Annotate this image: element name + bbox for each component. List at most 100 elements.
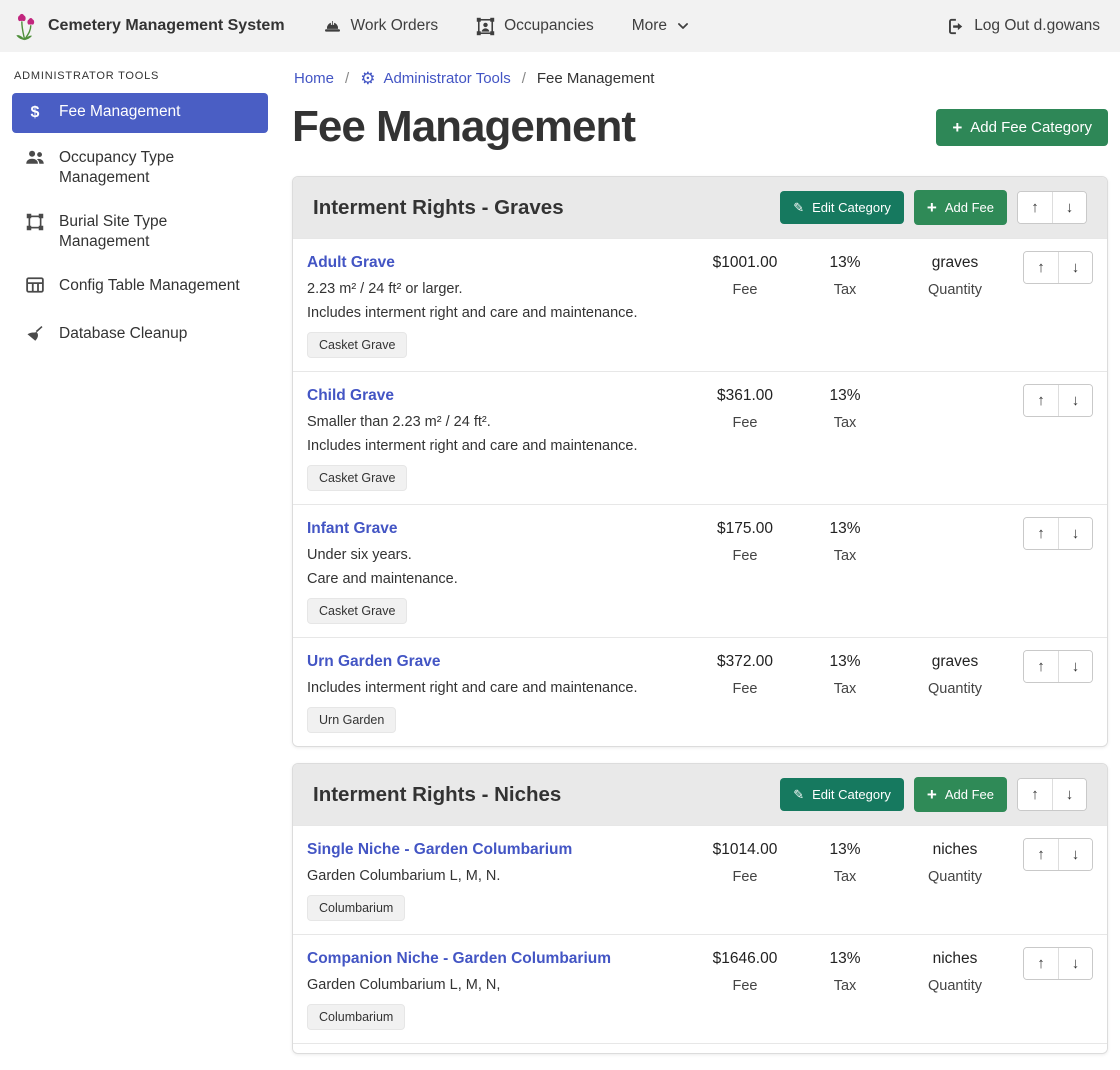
- fee-move-down-button[interactable]: ↓: [1058, 385, 1092, 416]
- fee-move-down-button[interactable]: ↓: [1058, 948, 1092, 979]
- category-move-down-button[interactable]: ↓: [1052, 192, 1086, 223]
- fee-amount-cell: $1001.00 Fee: [695, 251, 795, 358]
- fee-amount: $361.00: [695, 387, 795, 405]
- edit-category-button[interactable]: ✎ Edit Category: [780, 778, 904, 811]
- tax-cell: 13% Tax: [795, 517, 895, 624]
- gear-icon: ⚙: [360, 70, 375, 87]
- fee-amount: $175.00: [695, 520, 795, 538]
- quantity-label: Quantity: [895, 978, 1015, 994]
- tax-value: 13%: [795, 950, 895, 968]
- broom-icon: [24, 324, 46, 349]
- fee-move-up-button[interactable]: ↑: [1024, 839, 1058, 870]
- add-fee-category-button[interactable]: + Add Fee Category: [936, 109, 1108, 146]
- fee-move-down-button[interactable]: ↓: [1058, 839, 1092, 870]
- fee-move-up-button[interactable]: ↑: [1024, 651, 1058, 682]
- fee-move-up-button[interactable]: ↑: [1024, 518, 1058, 549]
- sidebar-item-fee-management[interactable]: $ Fee Management: [12, 93, 268, 133]
- breadcrumb-separator: /: [345, 70, 349, 87]
- tax-label: Tax: [795, 681, 895, 697]
- fee-name-link[interactable]: Adult Grave: [307, 254, 395, 272]
- fee-description: Includes interment right and care and ma…: [307, 305, 687, 321]
- fee-reorder-group: ↑ ↓: [1023, 650, 1093, 683]
- edit-category-button[interactable]: ✎ Edit Category: [780, 191, 904, 224]
- fee-row-single-niche: Single Niche - Garden Columbarium Garden…: [293, 825, 1107, 934]
- tax-label: Tax: [795, 869, 895, 885]
- fee-description: Care and maintenance.: [307, 571, 687, 587]
- quantity-cell: graves Quantity: [895, 251, 1015, 358]
- logout-label: Log Out d.gowans: [974, 17, 1100, 35]
- fee-reorder-group: ↑ ↓: [1023, 947, 1093, 980]
- fee-reorder-group: ↑ ↓: [1023, 251, 1093, 284]
- fee-type-badge: Casket Grave: [307, 332, 407, 358]
- logout-link[interactable]: Log Out d.gowans: [946, 17, 1100, 36]
- nav-occupancies[interactable]: Occupancies: [476, 17, 594, 36]
- brand-title: Cemetery Management System: [48, 17, 285, 35]
- hard-hat-icon: [323, 17, 342, 36]
- breadcrumb-admin-tools-link[interactable]: ⚙ Administrator Tools: [360, 70, 511, 87]
- sidebar-item-label: Fee Management: [59, 102, 181, 122]
- sidebar-item-config-table-management[interactable]: Config Table Management: [12, 267, 268, 308]
- category-title: Interment Rights - Graves: [313, 196, 564, 220]
- nav-more[interactable]: More: [632, 17, 690, 35]
- fee-label: Fee: [695, 978, 795, 994]
- fee-description: Garden Columbarium L, M, N.: [307, 868, 687, 884]
- add-fee-label: Add Fee: [945, 787, 994, 802]
- nav-work-orders-label: Work Orders: [351, 17, 439, 35]
- sidebar-item-occupancy-type-management[interactable]: Occupancy Type Management: [12, 139, 268, 197]
- quantity-cell: niches Quantity: [895, 838, 1015, 921]
- fee-name-link[interactable]: Urn Garden Grave: [307, 653, 441, 671]
- fee-amount-cell: $175.00 Fee: [695, 517, 795, 624]
- fee-name-link[interactable]: Child Grave: [307, 387, 394, 405]
- add-fee-button[interactable]: + Add Fee: [914, 777, 1007, 812]
- quantity-cell: niches Quantity: [895, 947, 1015, 1030]
- nav-work-orders[interactable]: Work Orders: [323, 17, 439, 36]
- fee-name-link[interactable]: Companion Niche - Garden Columbarium: [307, 950, 611, 968]
- fee-row-clipped: [293, 1043, 1107, 1053]
- category-move-up-button[interactable]: ↑: [1018, 779, 1052, 810]
- edit-category-label: Edit Category: [812, 200, 891, 215]
- fee-amount: $1014.00: [695, 841, 795, 859]
- page-title: Fee Management: [292, 103, 635, 151]
- fee-description: Includes interment right and care and ma…: [307, 680, 687, 696]
- tax-label: Tax: [795, 282, 895, 298]
- admin-tools-sidebar: ADMINISTRATOR TOOLS $ Fee Management Occ…: [0, 52, 280, 364]
- fee-reorder-group: ↑ ↓: [1023, 517, 1093, 550]
- fee-move-down-button[interactable]: ↓: [1058, 252, 1092, 283]
- category-move-up-button[interactable]: ↑: [1018, 192, 1052, 223]
- add-fee-category-label: Add Fee Category: [970, 119, 1092, 136]
- breadcrumb-home-link[interactable]: Home: [294, 70, 334, 87]
- tax-cell: 13% Tax: [795, 251, 895, 358]
- tax-value: 13%: [795, 387, 895, 405]
- top-navbar: Cemetery Management System Work Orders O…: [0, 0, 1120, 52]
- fee-type-badge: Urn Garden: [307, 707, 396, 733]
- fee-row-urn-garden-grave: Urn Garden Grave Includes interment righ…: [293, 637, 1107, 746]
- quantity-value: niches: [895, 841, 1015, 859]
- fee-type-badge: Columbarium: [307, 1004, 405, 1030]
- fee-move-down-button[interactable]: ↓: [1058, 518, 1092, 549]
- fee-name-link[interactable]: Infant Grave: [307, 520, 397, 538]
- quantity-value: graves: [895, 254, 1015, 272]
- fee-description: Garden Columbarium L, M, N,: [307, 977, 687, 993]
- fee-description: Includes interment right and care and ma…: [307, 438, 687, 454]
- brand-home-link[interactable]: Cemetery Management System: [14, 11, 285, 41]
- fee-label: Fee: [695, 548, 795, 564]
- fee-move-down-button[interactable]: ↓: [1058, 651, 1092, 682]
- category-move-down-button[interactable]: ↓: [1052, 779, 1086, 810]
- fee-label: Fee: [695, 282, 795, 298]
- sidebar-item-burial-site-type-management[interactable]: Burial Site Type Management: [12, 203, 268, 261]
- fee-move-up-button[interactable]: ↑: [1024, 252, 1058, 283]
- tax-cell: 13% Tax: [795, 384, 895, 491]
- fee-move-up-button[interactable]: ↑: [1024, 948, 1058, 979]
- main-content: Home / ⚙ Administrator Tools / Fee Manag…: [280, 52, 1120, 1070]
- fee-move-up-button[interactable]: ↑: [1024, 385, 1058, 416]
- chevron-down-icon: [676, 19, 690, 33]
- tax-cell: 13% Tax: [795, 650, 895, 733]
- fee-amount: $372.00: [695, 653, 795, 671]
- quantity-cell: graves Quantity: [895, 650, 1015, 733]
- fee-type-badge: Casket Grave: [307, 598, 407, 624]
- add-fee-button[interactable]: + Add Fee: [914, 190, 1007, 225]
- fee-category-card-graves: Interment Rights - Graves ✎ Edit Categor…: [292, 176, 1108, 747]
- fee-name-link[interactable]: Single Niche - Garden Columbarium: [307, 841, 572, 859]
- sidebar-item-database-cleanup[interactable]: Database Cleanup: [12, 315, 268, 358]
- sidebar-item-label: Config Table Management: [59, 276, 240, 296]
